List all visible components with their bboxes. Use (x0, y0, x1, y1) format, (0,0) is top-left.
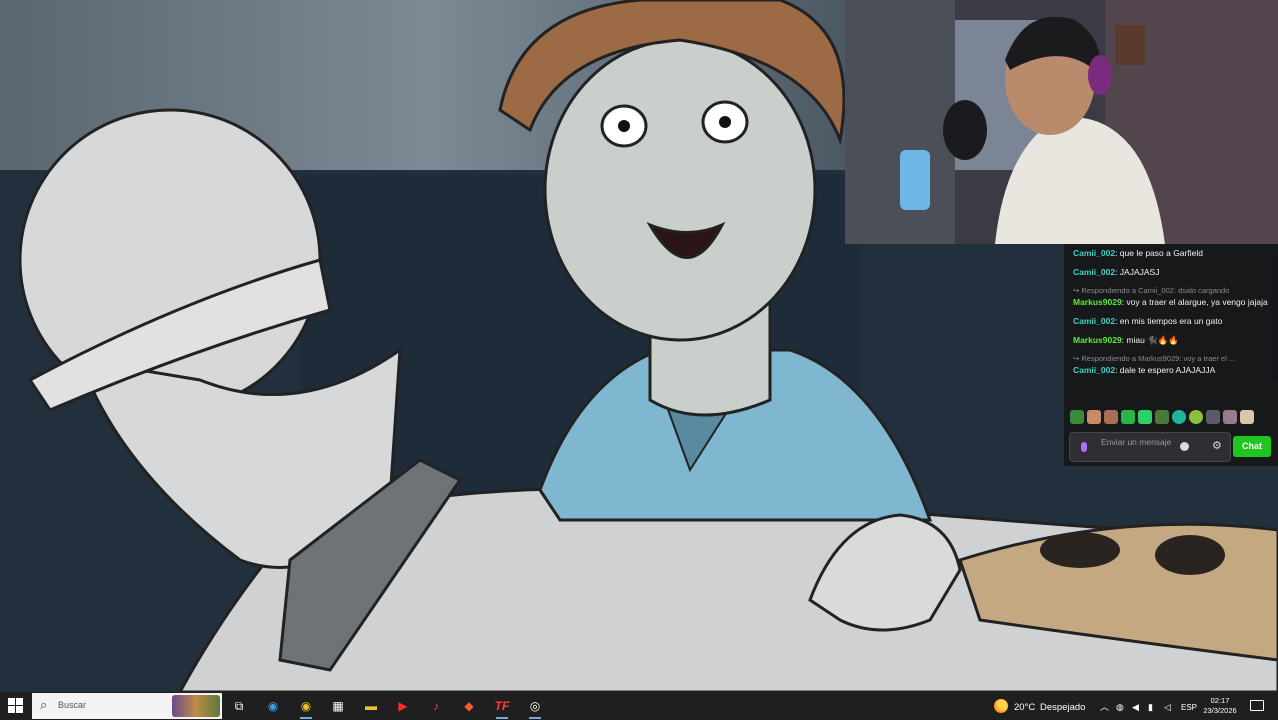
emote-icon[interactable] (1189, 410, 1203, 424)
clock-date: 23/3/2026 (1203, 706, 1237, 715)
chat-text: que le paso a Garfield (1119, 248, 1203, 258)
emote-icon[interactable] (1138, 410, 1152, 424)
chat-username[interactable]: Camii_002 (1073, 267, 1115, 277)
chat-reply-context[interactable]: ↪ Respondiendo a Markus9029: voy a traer… (1073, 354, 1272, 363)
emote-icon[interactable] (1206, 410, 1220, 424)
clock[interactable]: 02:17 23/3/2026 (1200, 696, 1240, 716)
webcam-feed (845, 0, 1278, 244)
emoji-picker-icon[interactable] (1180, 442, 1189, 451)
search-highlight-image (172, 695, 220, 717)
brave-browser-icon[interactable]: ◆ (459, 696, 479, 716)
microphone-icon[interactable] (1081, 442, 1087, 452)
emote-bar (1070, 410, 1254, 424)
chat-username[interactable]: Markus9029 (1073, 297, 1122, 307)
search-icon: ⌕ (40, 697, 48, 712)
chat-text: miau 🐈‍⬛🔥🔥 (1126, 335, 1179, 345)
emote-icon[interactable] (1070, 410, 1084, 424)
chat-text: dale te espero AJAJAJJA (1119, 365, 1216, 375)
weather-icon[interactable] (994, 699, 1008, 713)
chat-message: Markus9029: voy a traer el alargue, ya v… (1073, 297, 1268, 307)
emote-icon[interactable] (1155, 410, 1169, 424)
chat-send-button[interactable]: Chat (1233, 436, 1271, 457)
chat-message: Camii_002: que le paso a Garfield (1073, 248, 1203, 258)
weather-condition[interactable]: Despejado (1040, 702, 1085, 713)
taskbar-search-box[interactable]: ⌕ Buscar (32, 693, 222, 719)
chat-messages: Camii_002: que le paso a Garfield Camii_… (1064, 244, 1278, 376)
volume-icon[interactable]: ◁ (1164, 702, 1171, 712)
microphone-tray-icon[interactable]: ▮ (1148, 702, 1153, 712)
emote-icon[interactable] (1223, 410, 1237, 424)
calculator-icon[interactable]: ▦ (328, 696, 348, 716)
language-indicator[interactable]: ESP (1181, 703, 1197, 712)
tiktok-icon[interactable]: ♪ (426, 696, 446, 716)
chat-text: en mis tiempos era un gato (1119, 316, 1223, 326)
chat-username[interactable]: Markus9029 (1073, 335, 1122, 345)
speaker-icon[interactable]: ◀ (1132, 702, 1139, 712)
windows-start-icon[interactable] (8, 698, 24, 714)
chat-input[interactable]: Enviar un mensaje (1069, 432, 1231, 462)
clock-time: 02:17 (1210, 696, 1230, 705)
app-tf-icon[interactable]: TF (492, 696, 512, 719)
edge-browser-icon[interactable]: ◉ (263, 696, 283, 716)
chat-reply-context[interactable]: ↪ Respondiendo a Camii_002: dsalo cargan… (1073, 286, 1272, 295)
chat-message: Camii_002: en mis tiempos era un gato (1073, 316, 1223, 326)
chat-message: Camii_002: JAJAJASJ (1073, 267, 1160, 277)
chrome-browser-icon[interactable]: ◉ (296, 696, 316, 719)
emote-icon[interactable] (1104, 410, 1118, 424)
youtube-icon[interactable]: ▶ (393, 696, 413, 716)
chat-username[interactable]: Camii_002 (1073, 248, 1115, 258)
emote-icon[interactable] (1240, 410, 1254, 424)
chat-settings-gear-icon[interactable]: ⚙ (1212, 440, 1222, 452)
recording-app-icon[interactable]: ◎ (525, 696, 545, 719)
chat-message: Camii_002: dale te espero AJAJAJJA (1073, 365, 1216, 375)
task-view-icon[interactable]: ⧉ (229, 696, 249, 716)
notification-icon[interactable] (1250, 700, 1264, 711)
chat-username[interactable]: Camii_002 (1073, 316, 1115, 326)
chat-panel: Camii_002: que le paso a Garfield Camii_… (1064, 244, 1278, 466)
chat-message: Markus9029: miau 🐈‍⬛🔥🔥 (1073, 335, 1179, 345)
emote-icon[interactable] (1121, 410, 1135, 424)
network-icon[interactable]: ◍ (1116, 702, 1124, 712)
search-placeholder: Buscar (58, 700, 87, 710)
file-explorer-icon[interactable]: ▬ (361, 696, 381, 716)
chat-username[interactable]: Camii_002 (1073, 365, 1115, 375)
taskbar: ⌕ Buscar ⧉ ◉ ◉ ▦ ▬ ▶ ♪ ◆ TF ◎ (0, 692, 1278, 720)
chevron-up-icon[interactable]: ︿ (1100, 702, 1109, 712)
emote-icon[interactable] (1172, 410, 1186, 424)
chat-text: JAJAJASJ (1119, 267, 1160, 277)
chat-text: voy a traer el alargue, ya vengo jajaja (1126, 297, 1268, 307)
emote-icon[interactable] (1087, 410, 1101, 424)
weather-temperature[interactable]: 20°C (1014, 702, 1035, 713)
